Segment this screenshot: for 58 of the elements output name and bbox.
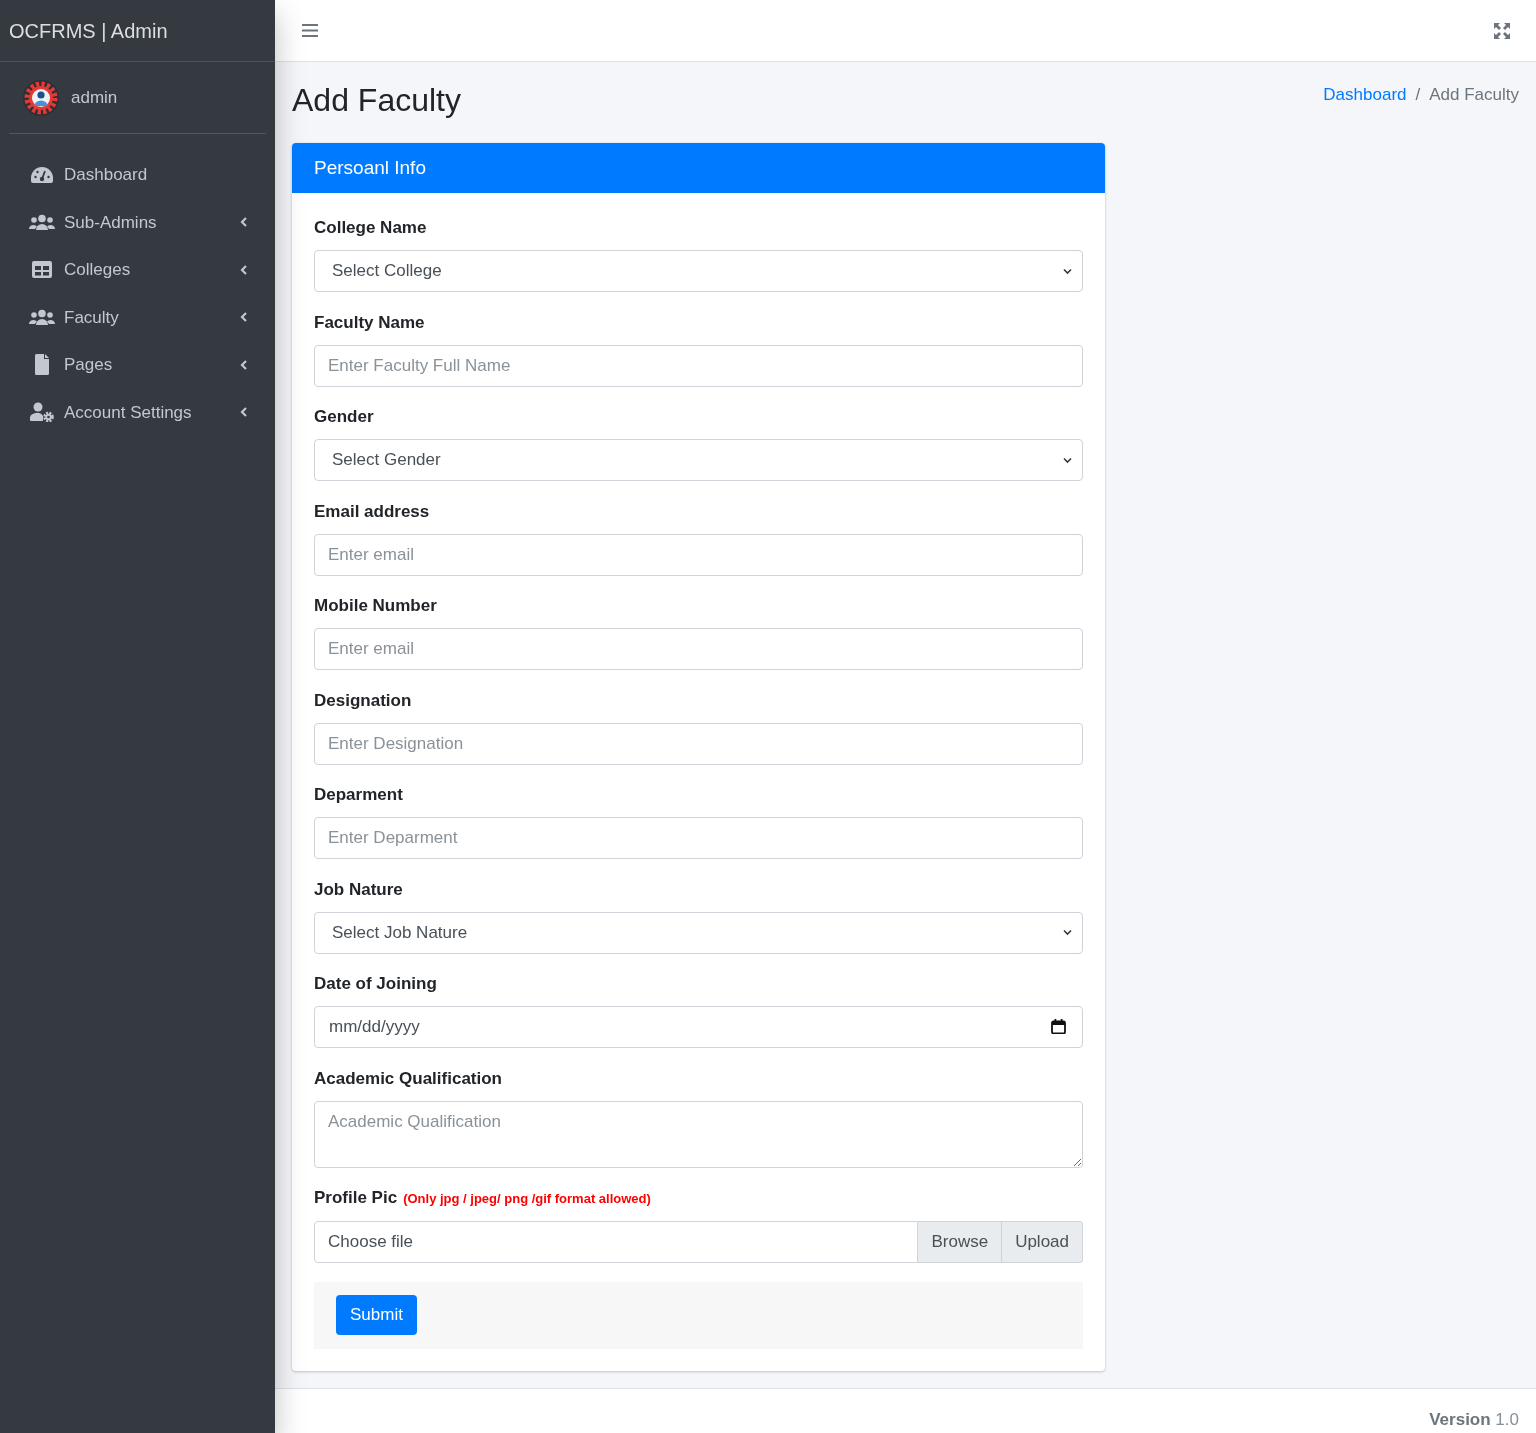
field-label: Date of Joining [314, 973, 437, 995]
breadcrumb-current: Add Faculty [1429, 84, 1519, 106]
sidebar-item[interactable]: Account Settings [9, 388, 266, 436]
sidebar-item[interactable]: Faculty [9, 293, 266, 341]
dropdown-field[interactable]: Select College [314, 250, 1083, 292]
sidebar-item[interactable]: Sub-Admins [9, 198, 266, 246]
field-label: Profile Pic [314, 1187, 398, 1209]
expand-icon[interactable] [1494, 22, 1510, 39]
table-icon [32, 261, 52, 279]
sidebar-item[interactable]: Pages [9, 341, 266, 389]
version-text: Version 1.0 [1429, 1409, 1519, 1431]
upload-button[interactable]: Upload [1002, 1221, 1083, 1263]
users-icon [29, 214, 55, 231]
field-label: Deparment [314, 784, 403, 806]
text-field[interactable]: Enter email [314, 533, 1083, 576]
chevron-down-icon [1063, 267, 1072, 275]
field-label: Gender [314, 406, 374, 428]
page-title: Add Faculty [292, 81, 461, 119]
field-label: Academic Qualification [314, 1067, 502, 1090]
card-header: Persoanl Info [292, 143, 1105, 193]
chevron-left-icon [240, 217, 248, 228]
chevron-down-icon [1063, 456, 1072, 464]
field-label: Email address [314, 500, 430, 523]
chevron-left-icon [240, 359, 248, 370]
chevron-down-icon [1063, 929, 1072, 936]
file-icon [35, 354, 49, 376]
breadcrumb-link[interactable]: Dashboard [1323, 83, 1407, 107]
date-field[interactable]: mm/dd/yyyy [314, 1006, 1083, 1048]
users-icon [29, 309, 55, 326]
text-area[interactable]: Academic Qualification [314, 1100, 1083, 1168]
chevron-left-icon [240, 264, 248, 275]
dropdown-field[interactable]: Select Job Nature [314, 911, 1083, 954]
field-label: Job Nature [314, 878, 403, 901]
user-name[interactable]: admin [71, 84, 118, 111]
chevron-left-icon [240, 312, 248, 323]
avatar-icon [23, 79, 59, 116]
file-field[interactable]: Choose file [314, 1221, 919, 1263]
field-label: College Name [314, 217, 427, 239]
breadcrumb-separator: / [1414, 84, 1422, 106]
submit-button[interactable]: Submit [336, 1295, 417, 1335]
text-field[interactable]: Enter Deparment [314, 817, 1083, 859]
brand-title[interactable]: OCFRMS | Admin [9, 15, 168, 46]
chevron-left-icon [240, 407, 248, 418]
gauge-icon [31, 165, 53, 184]
sidebar-item[interactable]: Dashboard [9, 151, 266, 199]
menu-icon[interactable] [302, 24, 318, 37]
text-field[interactable]: Enter email [314, 628, 1083, 670]
text-field[interactable]: Enter Faculty Full Name [314, 344, 1083, 387]
field-label: Designation [314, 689, 412, 712]
calendar-icon[interactable] [1051, 1019, 1066, 1034]
dropdown-field[interactable]: Select Gender [314, 439, 1083, 481]
field-label: Faculty Name [314, 311, 425, 334]
user-gear-icon [30, 402, 54, 423]
format-note: (Only jpg / jpeg/ png /gif format allowed) [403, 1190, 651, 1208]
sidebar-item[interactable]: Colleges [9, 246, 266, 294]
browse-button[interactable]: Browse [918, 1221, 1003, 1263]
text-field[interactable]: Enter Designation [314, 722, 1083, 765]
field-label: Mobile Number [314, 595, 437, 617]
